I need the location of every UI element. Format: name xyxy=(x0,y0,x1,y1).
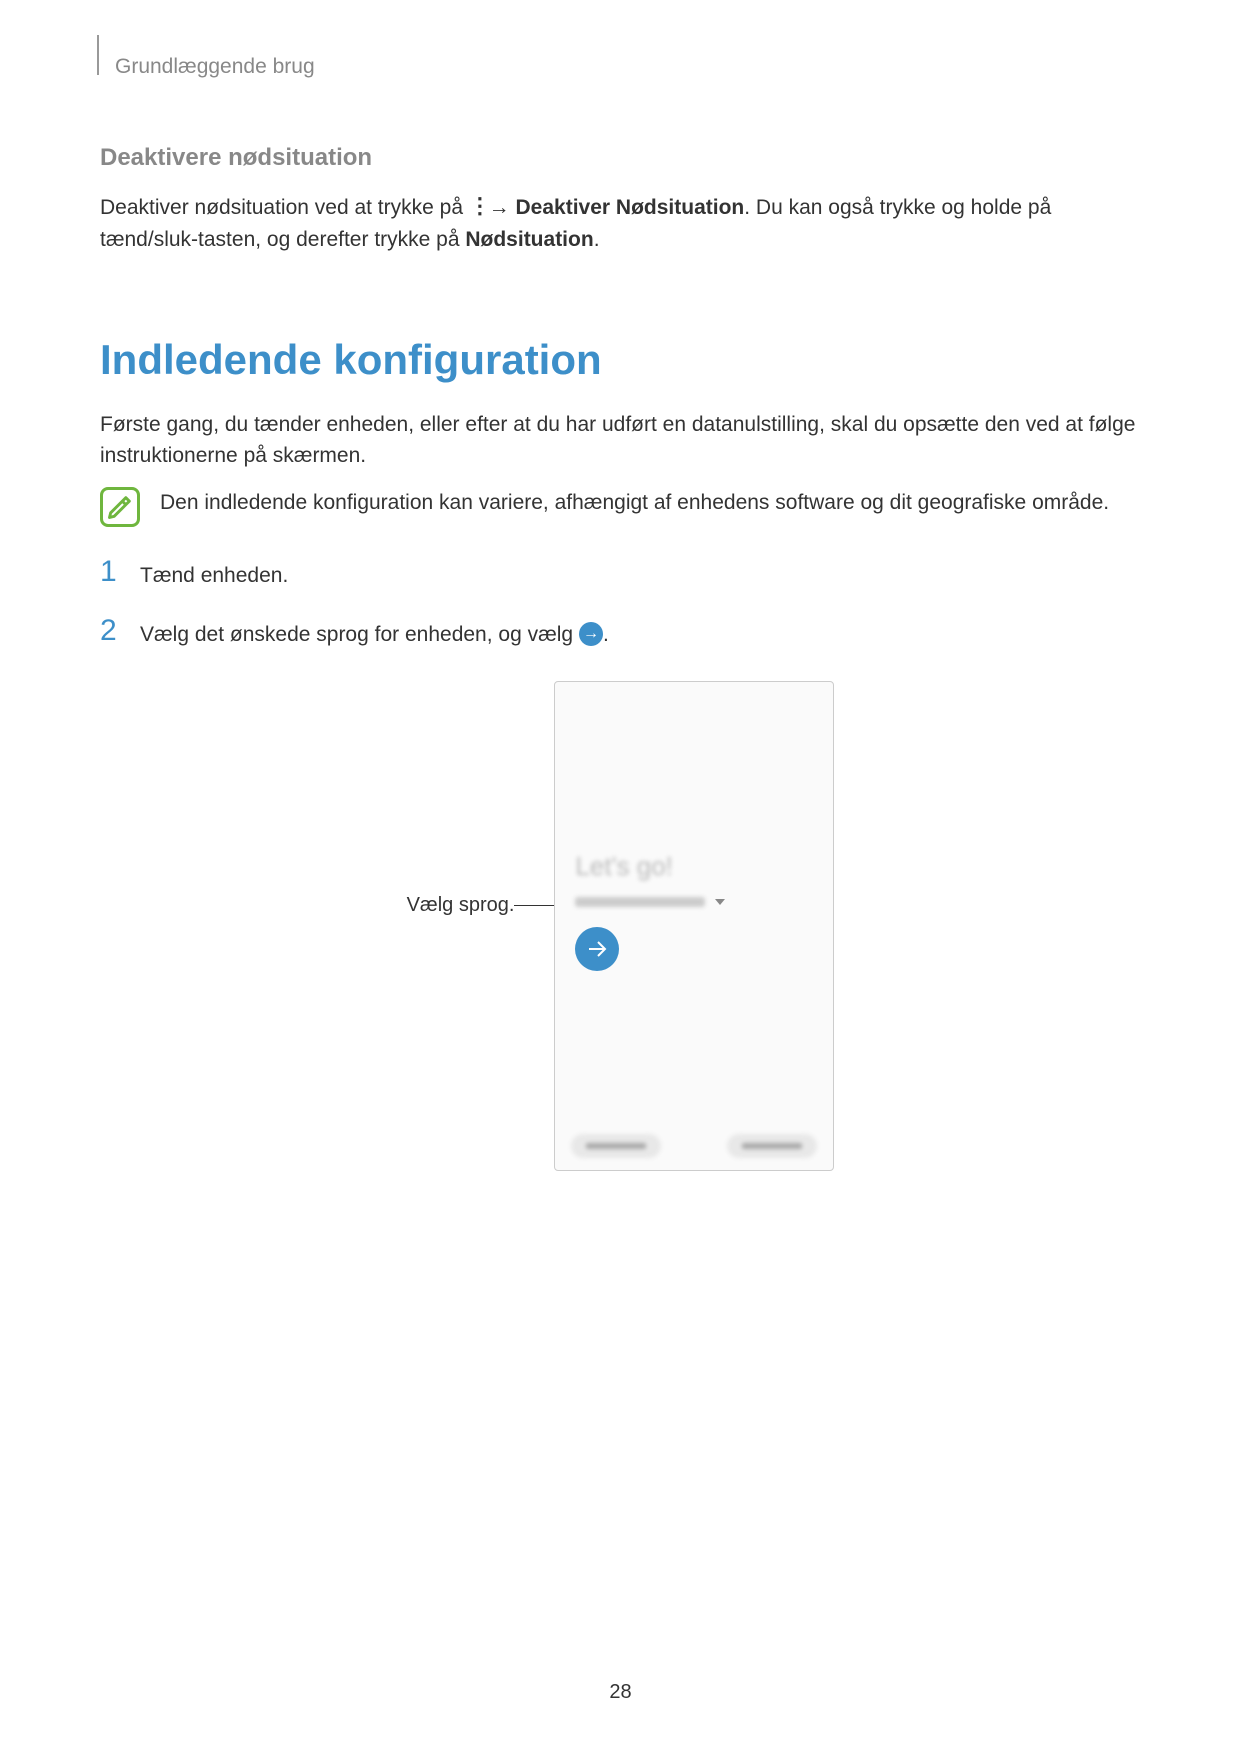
step2-text-end: . xyxy=(603,623,609,646)
next-button xyxy=(575,927,619,971)
callout-label: Vælg sprog. xyxy=(407,894,515,917)
step-2: 2 Vælg det ønskede sprog for enheden, og… xyxy=(100,616,1141,651)
step-2-text: Vælg det ønskede sprog for enheden, og v… xyxy=(140,616,609,651)
step-number-2: 2 xyxy=(100,616,122,651)
phone-frame: Let's go! xyxy=(554,681,834,1171)
accessibility-button-blurred xyxy=(727,1134,817,1158)
page-number: 28 xyxy=(609,1681,631,1704)
main-heading: Indledende konfiguration xyxy=(100,336,1141,384)
step-1: 1 Tænd enheden. xyxy=(100,557,1141,592)
screenshot-container: Vælg sprog. Let's go! xyxy=(100,681,1141,1171)
caret-down-icon xyxy=(715,899,725,905)
intro-paragraph: Første gang, du tænder enheden, eller ef… xyxy=(100,409,1141,472)
language-text-blurred xyxy=(575,897,705,907)
note-text: Den indledende konfiguration kan variere… xyxy=(160,487,1141,527)
header-divider xyxy=(97,35,99,75)
bottom-buttons xyxy=(567,1134,821,1158)
more-options-icon xyxy=(469,191,483,223)
breadcrumb: Grundlæggende brug xyxy=(115,55,1141,79)
phone-welcome-title: Let's go! xyxy=(575,851,821,882)
bold-emergency: Nødsituation xyxy=(465,228,593,251)
paragraph-deactivate: Deaktiver nødsituation ved at trykke på … xyxy=(100,192,1141,256)
text-part1: Deaktiver nødsituation ved at trykke på xyxy=(100,196,469,219)
step-1-text: Tænd enheden. xyxy=(140,557,288,592)
section-title: Deaktivere nødsituation xyxy=(100,144,1141,172)
emergency-call-button-blurred xyxy=(571,1134,661,1158)
bold-deactivate: Deaktiver Nødsituation xyxy=(516,196,745,219)
arrow-right-circle-icon xyxy=(579,622,603,646)
callout-line xyxy=(514,905,554,906)
step-number-1: 1 xyxy=(100,557,122,592)
note-icon xyxy=(100,487,140,527)
language-selector xyxy=(575,897,821,907)
text-end: . xyxy=(594,228,600,251)
step2-text-part1: Vælg det ønskede sprog for enheden, og v… xyxy=(140,623,579,646)
note-block: Den indledende konfiguration kan variere… xyxy=(100,487,1141,527)
